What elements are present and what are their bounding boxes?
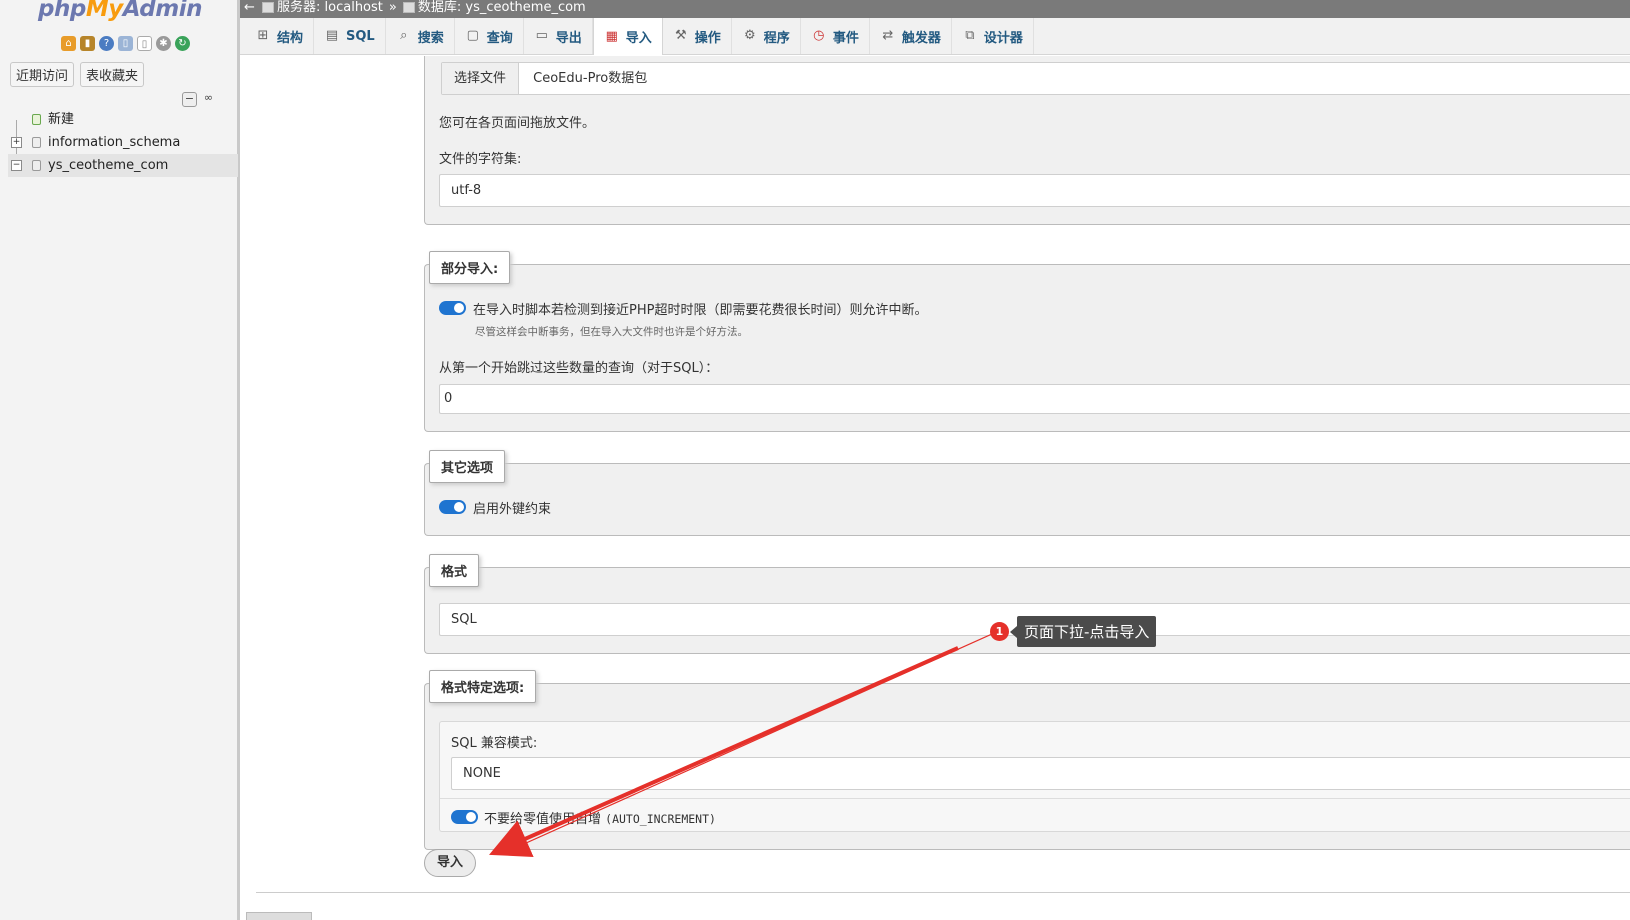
format-specific-options-legend: 格式特定选项: (429, 670, 537, 703)
file-to-import-fieldset: 选择文件 CeoEdu-Pro数据包 您可在各页面间拖放文件。 文件的字符集: … (424, 56, 1630, 225)
tree-item-label: 新建 (48, 112, 75, 127)
tab-events[interactable]: ◷ 事件 (801, 18, 870, 54)
skip-queries-label: 从第一个开始跳过这些数量的查询（对于SQL）： (439, 361, 719, 376)
recent-button[interactable]: 近期访问 (10, 62, 75, 87)
divider (440, 798, 1630, 799)
annotation-callout: 页面下拉-点击导入 (1009, 616, 1157, 647)
tab-import[interactable]: ▦ 导入 (592, 18, 663, 55)
allow-interrupt-hint: 尽管这样会中断事务，但在导入大文件时也许是个好方法。 (475, 326, 748, 338)
auto-increment-code: (AUTO_INCREMENT) (605, 812, 716, 826)
divider (256, 892, 1630, 893)
new-db-icon (32, 114, 41, 125)
wrench-icon: ⚒ (674, 28, 687, 43)
allow-interrupt-toggle[interactable] (439, 301, 466, 315)
format-legend: 格式 (429, 554, 480, 587)
reload-icon[interactable]: ↻ (175, 36, 190, 51)
format-specific-options-fieldset: 格式特定选项: SQL 兼容模式: NONE 不要给零值使用自增 (AUTO_I… (424, 670, 1630, 850)
sql-compat-label: SQL 兼容模式: (451, 736, 538, 751)
drag-drop-hint: 您可在各页面间拖放文件。 (439, 116, 596, 131)
no-auto-value-label: 不要给零值使用自增 (AUTO_INCREMENT) (484, 812, 716, 827)
tab-query[interactable]: ▢ 查询 (455, 18, 524, 54)
database-icon (402, 2, 415, 13)
choose-file-button[interactable]: 选择文件 (442, 63, 520, 94)
import-submit-button[interactable]: 导入 (424, 849, 476, 877)
sql-compat-select[interactable]: NONE (451, 757, 1630, 790)
sql-docs-icon[interactable]: ▯ (137, 36, 152, 51)
export-icon: ▭ (535, 28, 548, 43)
foreign-key-checks-toggle[interactable] (439, 500, 466, 514)
collapse-icon[interactable]: − (11, 160, 22, 171)
database-icon (32, 160, 41, 171)
breadcrumb-server[interactable]: 服务器: localhost (262, 0, 383, 16)
tree-item-label: ys_ceotheme_com (48, 158, 169, 173)
breadcrumb-separator: » (388, 0, 397, 15)
server-icon (262, 2, 274, 13)
back-arrow-icon[interactable]: ← (244, 0, 255, 16)
collapse-all-icon[interactable]: − (182, 92, 197, 107)
designer-icon: ⧉ (965, 28, 975, 43)
navigation-panel: phpMyAdmin ⌂ ▮ ? ▯ ▯ ✱ ↻ 近期访问 表收藏夹 − ∞ 新… (0, 0, 240, 920)
tree-item-ys-ceotheme-com[interactable]: − ys_ceotheme_com (8, 154, 238, 177)
triggers-icon: ⇄ (882, 28, 894, 43)
sql-icon: ▤ (325, 28, 339, 43)
tab-bar: ⊞ 结构 ▤ SQL ⌕ 搜索 ▢ 查询 ▭ 导出 ▦ 导入 ⚒ 操作 ⚙ 程序 ◷ 事件 ⇄ 触发… (240, 18, 1630, 55)
tree-item-information-schema[interactable]: + information_schema (8, 131, 238, 154)
query-icon: ▢ (466, 28, 479, 43)
tab-search[interactable]: ⌕ 搜索 (386, 18, 455, 54)
breadcrumb: 服务器: localhost » 数据库: ys_ceotheme_com (262, 0, 586, 16)
search-icon: ⌕ (400, 28, 408, 43)
breadcrumb-bar: ← 服务器: localhost » 数据库: ys_ceotheme_com (240, 0, 1630, 18)
help-icon[interactable]: ? (99, 36, 114, 51)
tab-operations[interactable]: ⚒ 操作 (663, 18, 732, 54)
import-icon: ▦ (605, 28, 618, 44)
favorites-button[interactable]: 表收藏夹 (80, 62, 145, 87)
tree-item-label: information_schema (48, 135, 181, 150)
structure-icon: ⊞ (257, 28, 269, 43)
tab-structure[interactable]: ⊞ 结构 (245, 18, 315, 54)
foreign-key-checks-label: 启用外键约束 (473, 502, 552, 517)
tab-sql[interactable]: ▤ SQL (314, 18, 386, 54)
no-auto-value-toggle[interactable] (451, 810, 478, 824)
tab-routines[interactable]: ⚙ 程序 (732, 18, 801, 54)
tree-item-new[interactable]: 新建 (8, 108, 238, 131)
selected-file-name: CeoEdu-Pro数据包 (533, 71, 648, 86)
logout-icon[interactable]: ▮ (80, 36, 95, 51)
clock-icon: ◷ (813, 28, 825, 43)
database-icon (32, 137, 41, 148)
charset-select[interactable]: utf-8 (439, 174, 1630, 207)
other-options-fieldset: 其它选项 启用外键约束 (424, 450, 1630, 536)
format-options-box: SQL 兼容模式: NONE 不要给零值使用自增 (AUTO_INCREMENT… (439, 721, 1630, 832)
partial-import-legend: 部分导入: (429, 251, 511, 284)
nav-icon-bar: ⌂ ▮ ? ▯ ▯ ✱ ↻ (61, 36, 190, 51)
home-icon[interactable]: ⌂ (61, 36, 76, 51)
allow-interrupt-label: 在导入时脚本若检测到接近PHP超时时限（即需要花费很长时间）则允许中断。 (473, 303, 928, 318)
console-tab[interactable] (246, 912, 312, 920)
tab-triggers[interactable]: ⇄ 触发器 (870, 18, 952, 54)
database-tree: 新建 + information_schema − ys_ceotheme_co… (8, 108, 238, 177)
charset-label: 文件的字符集: (439, 152, 522, 167)
other-options-legend: 其它选项 (429, 450, 506, 483)
gear-icon[interactable]: ✱ (156, 36, 171, 51)
breadcrumb-database[interactable]: 数据库: ys_ceotheme_com (402, 0, 586, 16)
skip-queries-input[interactable]: 0 (439, 384, 1630, 414)
tab-export[interactable]: ▭ 导出 (524, 18, 593, 54)
file-input[interactable]: 选择文件 CeoEdu-Pro数据包 (441, 62, 1630, 95)
link-icon[interactable]: ∞ (201, 92, 216, 107)
tab-designer[interactable]: ⧉ 设计器 (952, 18, 1034, 54)
annotation-step-badge: 1 (990, 622, 1009, 641)
expand-icon[interactable]: + (11, 137, 22, 148)
routines-icon: ⚙ (743, 28, 756, 43)
phpmyadmin-logo[interactable]: phpMyAdmin (38, 0, 202, 22)
docs-icon[interactable]: ▯ (118, 36, 133, 51)
partial-import-fieldset: 部分导入: 在导入时脚本若检测到接近PHP超时时限（即需要花费很长时间）则允许中… (424, 251, 1630, 432)
